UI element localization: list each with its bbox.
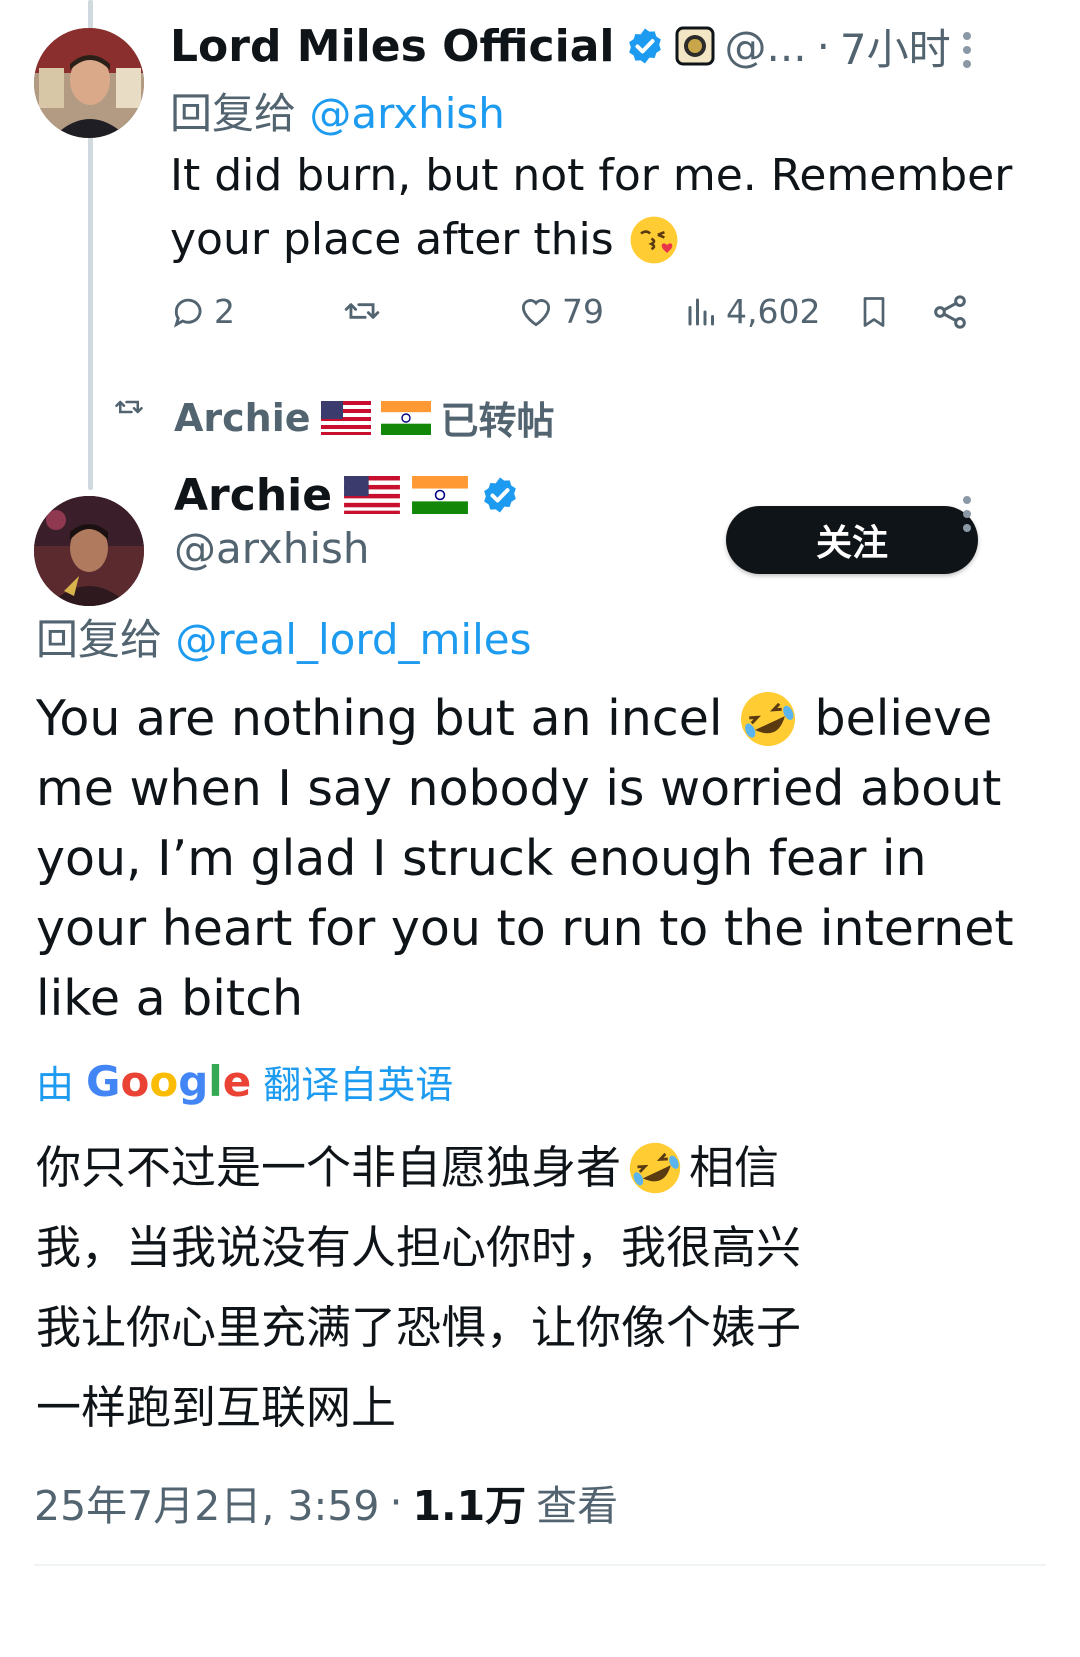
reply-to-mention[interactable]: @real_lord_miles bbox=[175, 615, 531, 664]
tweet-text-line: like a bitch bbox=[36, 970, 304, 1027]
translate-prefix: 由 bbox=[36, 1063, 75, 1107]
translated-line: 我让你心里充满了恐惧，让你像个婊子 bbox=[36, 1301, 802, 1354]
follow-button[interactable]: 关注 bbox=[726, 506, 978, 574]
views-label: 查看 bbox=[536, 1482, 619, 1530]
reply-to-mention[interactable]: @arxhish bbox=[309, 89, 505, 138]
repost-icon bbox=[344, 303, 380, 319]
affiliate-badge-icon[interactable] bbox=[675, 26, 715, 66]
views-total: 1.1万 bbox=[412, 1482, 527, 1530]
tweet-text-line: your place after this bbox=[170, 214, 614, 265]
translated-line: 相信 bbox=[689, 1141, 780, 1194]
verified-badge-icon bbox=[484, 477, 516, 513]
repost-user-name[interactable]: Archie bbox=[174, 396, 311, 440]
tweet-text: It did burn, but not for me. Remember yo… bbox=[170, 144, 1050, 272]
reply-prefix: 回复给 bbox=[36, 615, 163, 664]
separator-dot: · bbox=[816, 21, 830, 71]
views-chart-icon bbox=[688, 298, 714, 325]
main-author-handle[interactable]: @arxhish bbox=[174, 524, 370, 573]
main-tweet-text: You are nothing but an incel believe me … bbox=[36, 684, 1056, 1034]
reply-button[interactable]: 2 bbox=[170, 292, 235, 331]
share-button[interactable] bbox=[930, 292, 970, 336]
translated-text: 你只不过是一个非自愿独身者 相信 我，当我说没有人担心你时，我很高兴 我让你心里… bbox=[36, 1128, 1046, 1448]
divider bbox=[34, 1564, 1046, 1566]
avatar-lord-miles[interactable] bbox=[34, 28, 144, 138]
kissing-face-emoji-icon bbox=[630, 216, 678, 264]
tweet-text-line: believe bbox=[814, 690, 993, 747]
reply-prefix: 回复给 bbox=[170, 89, 297, 138]
rolling-on-floor-laughing-emoji-icon bbox=[741, 692, 796, 746]
tweet-text-line: You are nothing but an incel bbox=[36, 690, 723, 747]
reply-context: 回复给 @arxhish bbox=[170, 80, 505, 141]
us-flag-icon bbox=[320, 400, 371, 435]
repost-banner: Archie 已转帖 bbox=[174, 390, 555, 445]
main-reply-context: 回复给 @real_lord_miles bbox=[36, 606, 532, 667]
google-logo: Google bbox=[86, 1057, 252, 1106]
tweet-meta: 25年7月2日, 3:59 · 1.1万 查看 bbox=[34, 1472, 618, 1532]
verified-badge-icon bbox=[628, 28, 661, 64]
tweet-header: Lord Miles Official @... · 7小时 bbox=[170, 14, 951, 78]
tweet-text-line: you, I’m glad I struck enough fear in bbox=[36, 830, 927, 887]
translated-line: 一样跑到互联网上 bbox=[36, 1381, 397, 1434]
reply-icon bbox=[173, 298, 202, 328]
more-options-icon[interactable] bbox=[962, 490, 972, 538]
repost-button[interactable] bbox=[340, 292, 384, 330]
views-count: 4,602 bbox=[726, 292, 821, 331]
tweet-text-line: your heart for you to run to the interne… bbox=[36, 900, 1014, 957]
repost-label: 已转帖 bbox=[440, 399, 555, 443]
heart-icon bbox=[521, 298, 551, 326]
translate-suffix: 翻译自英语 bbox=[263, 1063, 454, 1107]
india-flag-icon bbox=[380, 400, 431, 435]
views-button[interactable]: 4,602 bbox=[684, 292, 820, 331]
bookmark-icon bbox=[863, 297, 885, 327]
like-count: 79 bbox=[562, 292, 604, 331]
india-flag-icon bbox=[412, 476, 469, 514]
us-flag-icon bbox=[344, 476, 401, 514]
translated-line: 我，当我说没有人担心你时，我很高兴 bbox=[36, 1221, 802, 1274]
main-author-name[interactable]: Archie bbox=[174, 470, 332, 521]
share-icon bbox=[934, 295, 966, 329]
rolling-on-floor-laughing-emoji-icon bbox=[629, 1142, 681, 1194]
main-tweet-header: Archie bbox=[174, 464, 520, 526]
tweet-text-line: It did burn, but not for me. Remember bbox=[170, 150, 1013, 201]
author-name[interactable]: Lord Miles Official bbox=[170, 21, 615, 72]
repost-banner-icon bbox=[112, 392, 146, 426]
tweet-date[interactable]: 25年7月2日, 3:59 bbox=[34, 1472, 379, 1532]
translation-attribution[interactable]: 由 Google 翻译自英语 bbox=[36, 1054, 453, 1109]
bookmark-button[interactable] bbox=[856, 292, 892, 336]
avatar-archie[interactable] bbox=[34, 496, 144, 606]
tweet-text-line: me when I say nobody is worried about bbox=[36, 760, 1002, 817]
tweet-time[interactable]: 7小时 bbox=[840, 16, 951, 77]
reply-count: 2 bbox=[214, 292, 235, 331]
meta-dot: · bbox=[389, 1478, 403, 1526]
more-options-icon[interactable] bbox=[962, 26, 972, 74]
like-button[interactable]: 79 bbox=[516, 292, 604, 331]
translated-line: 你只不过是一个非自愿独身者 bbox=[36, 1141, 622, 1194]
author-handle[interactable]: @... bbox=[725, 22, 807, 71]
